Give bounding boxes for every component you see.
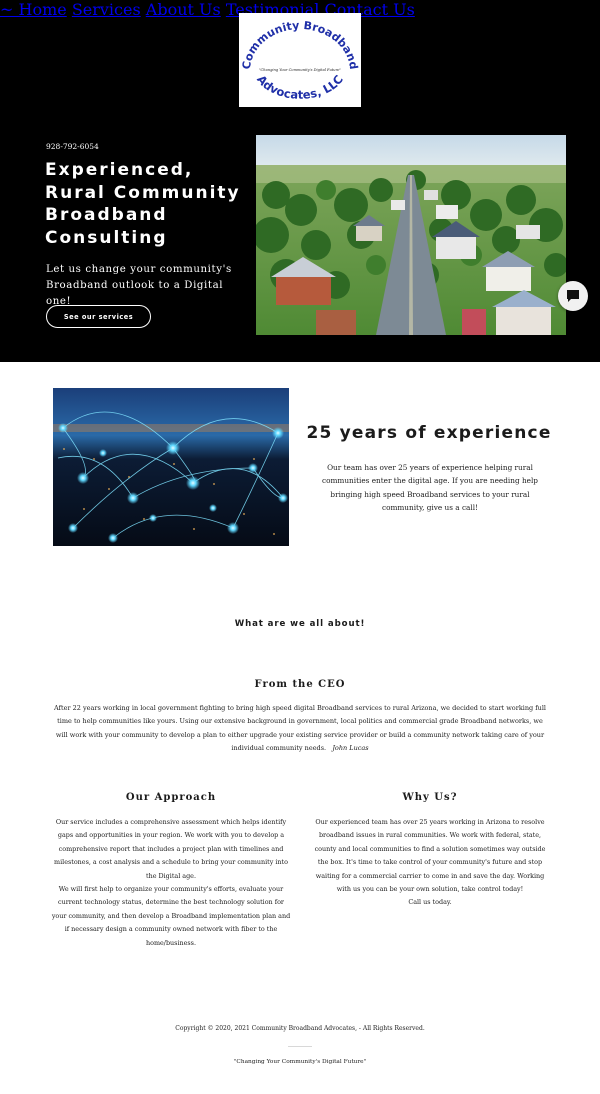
copyright-text: Copyright © 2020, 2021 Community Broadba… <box>175 1025 425 1032</box>
rural-town-aerial-photo <box>256 135 566 335</box>
ceo-message-text: After 22 years working in local governme… <box>54 704 547 753</box>
approach-text: Our service includes a comprehensive ass… <box>51 816 291 950</box>
logo-graphic: Community Broadband "Changing Your Commu… <box>240 19 360 102</box>
site-logo[interactable]: Community Broadband "Changing Your Commu… <box>239 13 361 107</box>
city-network-photo <box>53 388 289 546</box>
approach-heading: Our Approach <box>125 792 217 803</box>
see-services-button[interactable]: See our services <box>46 305 151 328</box>
phone-number[interactable]: 928-792-6054 <box>46 142 99 151</box>
logo-tagline: "Changing Your Community's Digital Futur… <box>259 68 342 72</box>
experience-text: Our team has over 25 years of experience… <box>322 463 538 512</box>
nav-about-us[interactable]: About Us <box>146 0 221 19</box>
approach-paragraph: Our service includes a comprehensive ass… <box>54 818 288 880</box>
why-us-heading: Why Us? <box>402 792 458 803</box>
hero-title: Experienced, Rural Community Broadband C… <box>45 159 255 249</box>
ceo-message: After 22 years working in local governme… <box>54 702 546 756</box>
hero-title-line: Consulting <box>45 227 168 248</box>
hero-title-line: Experienced, <box>45 160 194 180</box>
footer-tagline: "Changing Your Community's Digital Futur… <box>233 1059 367 1065</box>
about-heading: What are we all about! <box>234 619 366 629</box>
hero-subtitle: Let us change your community's Broadband… <box>46 264 232 307</box>
hero-section: ~ Home Services About Us Testimonial Con… <box>0 0 600 362</box>
logo-line1: Community Broadband <box>240 19 360 70</box>
chat-widget-button[interactable] <box>558 281 588 311</box>
hero-title-line: Rural Community <box>45 182 241 203</box>
why-us-text: Our experienced team has over 25 years w… <box>310 816 550 910</box>
footer-divider <box>288 1046 312 1047</box>
ceo-signature: John Lucas <box>332 744 369 753</box>
nav-services[interactable]: Services <box>72 0 141 19</box>
why-us-call: Call us today. <box>408 898 452 907</box>
approach-paragraph: We will first help to organize your comm… <box>51 885 291 947</box>
hero-title-line: Broadband <box>45 205 168 225</box>
logo-line2: Advocates, LLC <box>254 72 346 101</box>
why-us-paragraph: Our experienced team has over 25 years w… <box>314 818 546 894</box>
experience-title: 25 years of experience <box>306 423 552 443</box>
nav-home[interactable]: ~ Home <box>0 0 67 19</box>
ceo-heading: From the CEO <box>254 679 346 690</box>
chat-bubble-icon <box>567 290 579 302</box>
